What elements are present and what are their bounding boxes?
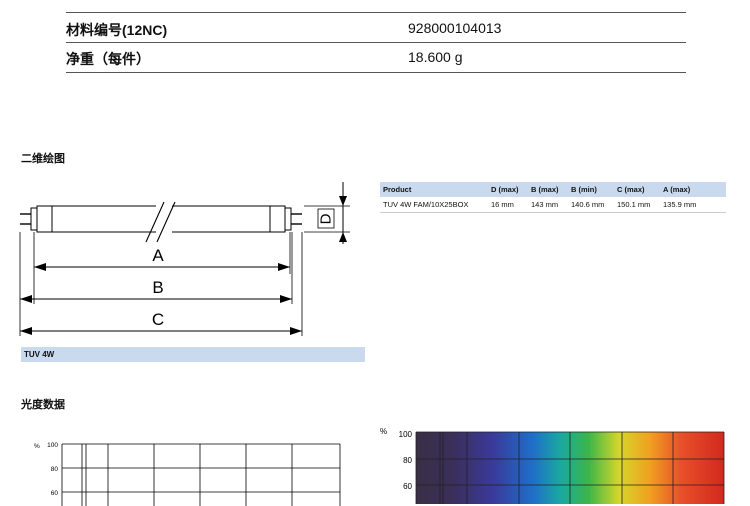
left-chart-ytick: 60 (51, 490, 59, 497)
lamp-dimension-drawing: A B C D (19, 182, 350, 336)
left-chart-grid (61, 443, 341, 506)
section-title-drawing: 二维绘图 (21, 153, 65, 165)
dimension-d (317, 182, 347, 244)
label-a: A (152, 246, 164, 265)
table-row: TUV 4W FAM/10X25BOX 16 mm 143 mm 140.6 m… (380, 197, 726, 213)
table-cell: 143 mm (528, 197, 568, 213)
drawing-caption: TUV 4W (21, 347, 365, 362)
spec-row-weight: 净重（每件） 18.600 g (66, 46, 686, 73)
left-chart-ytick: 80 (51, 466, 59, 473)
dimension-table: Product D (max) B (max) B (min) C (max) … (380, 182, 726, 213)
left-chart-unit: % (34, 443, 40, 450)
spectrum-chart: % 100 80 60 (380, 427, 725, 504)
spectrum-ytick: 100 (399, 430, 413, 439)
dimension-table-header: Product D (max) B (max) B (min) C (max) … (380, 182, 726, 197)
table-cell: TUV 4W FAM/10X25BOX (380, 197, 488, 213)
col-header: D (max) (488, 182, 528, 197)
section-title-light: 光度数据 (21, 399, 65, 411)
col-header: B (min) (568, 182, 614, 197)
col-header: C (max) (614, 182, 660, 197)
right-pins (284, 207, 302, 231)
spectrum-ytick: 60 (403, 482, 412, 491)
spectrum-ytick: 80 (403, 456, 412, 465)
left-pins (20, 207, 38, 231)
spec-row-packs: 计算器 - 每个外包装箱中的包数 250 (66, 0, 686, 13)
right-cap (269, 205, 286, 233)
spec-value: 18.600 g (408, 49, 463, 65)
left-chart: % 100 80 60 (34, 442, 341, 506)
label-b: B (152, 278, 163, 297)
spec-value: 928000104013 (408, 20, 502, 36)
left-chart-ytick: 100 (47, 442, 58, 449)
table-cell: 16 mm (488, 197, 528, 213)
spectrum-unit: % (380, 427, 387, 436)
col-header: A (max) (660, 182, 726, 197)
left-cap (36, 205, 53, 233)
table-cell: 150.1 mm (614, 197, 660, 213)
table-cell: 135.9 mm (660, 197, 726, 213)
spec-key: 材料编号(12NC) (66, 22, 168, 38)
col-header: Product (380, 182, 488, 197)
col-header: B (max) (528, 182, 568, 197)
table-cell: 140.6 mm (568, 197, 614, 213)
label-c: C (152, 310, 164, 329)
label-d: D (318, 213, 335, 224)
spec-key: 净重（每件） (66, 51, 150, 67)
spec-row-material: 材料编号(12NC) 928000104013 (66, 18, 686, 43)
spec-key: 计算器 - 每个外包装箱中的包数 (66, 0, 260, 2)
